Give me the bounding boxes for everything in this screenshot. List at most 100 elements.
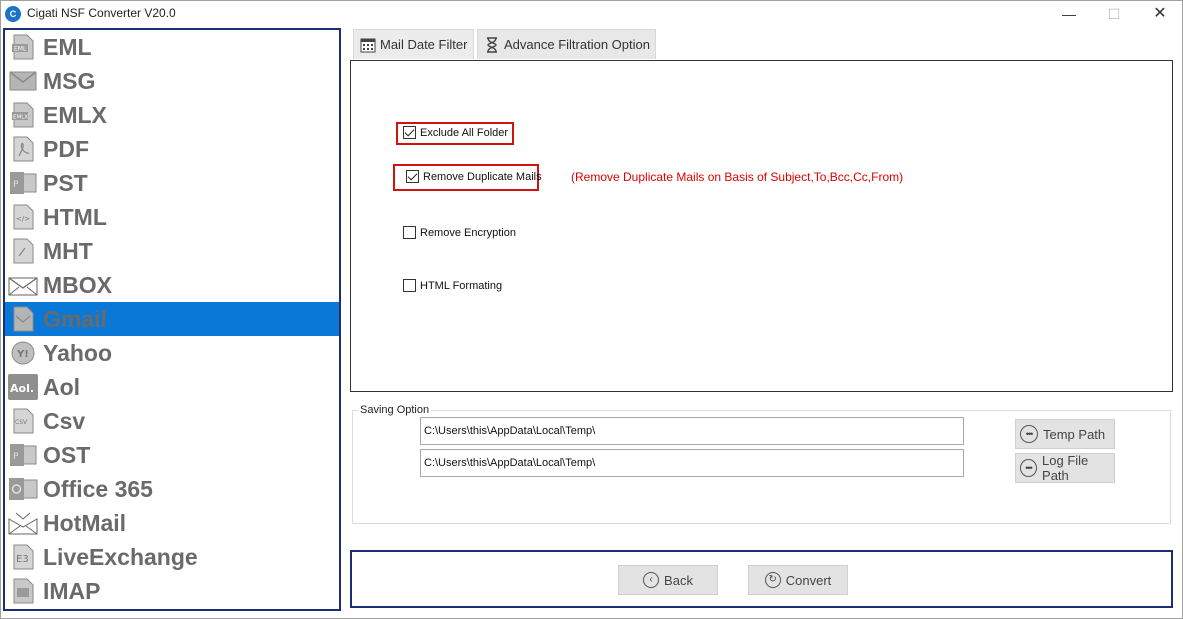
emlx-file-icon: EMLX <box>8 101 38 129</box>
sidebar-item-msg[interactable]: MSG <box>5 64 339 98</box>
yahoo-icon: Y! <box>8 339 38 367</box>
sidebar-item-html[interactable]: </> HTML <box>5 200 339 234</box>
sidebar-item-label: OST <box>43 441 91 468</box>
remove-encryption-option[interactable]: Remove Encryption <box>403 226 516 239</box>
ost-file-icon: P <box>8 441 38 469</box>
advance-filter-panel: Exclude All Folder Remove Duplicate Mail… <box>350 60 1173 392</box>
sidebar-item-label: PST <box>43 169 88 196</box>
log-file-path-label: Log File Path <box>1042 453 1089 483</box>
svg-text:EMLX: EMLX <box>13 115 28 121</box>
sidebar-item-imap[interactable]: IMAP <box>5 574 339 608</box>
remove-duplicate-label: Remove Duplicate Mails <box>423 170 542 183</box>
sidebar-item-csv[interactable]: CSV Csv <box>5 404 339 438</box>
mbox-envelope-icon <box>8 271 38 299</box>
sidebar-item-label: MSG <box>43 67 96 94</box>
convert-button[interactable]: ↻ Convert <box>748 565 848 595</box>
sidebar-item-label: HTML <box>43 203 107 230</box>
envelope-icon <box>8 67 38 95</box>
exchange-icon: E3 <box>8 543 38 571</box>
back-arrow-icon: ‹ <box>643 572 660 588</box>
remove-encryption-checkbox[interactable] <box>403 226 416 239</box>
tab-advance-filtration[interactable]: Advance Filtration Option <box>477 29 656 59</box>
sidebar-item-gmail[interactable]: Gmail <box>5 302 339 336</box>
aol-icon: Aol. <box>8 373 38 401</box>
saving-option-legend: Saving Option <box>358 404 432 416</box>
sidebar-item-label: IMAP <box>43 577 101 604</box>
remove-duplicate-option[interactable]: Remove Duplicate Mails <box>406 170 542 183</box>
exclude-all-folder-option[interactable]: Exclude All Folder <box>403 126 508 139</box>
svg-text:EML: EML <box>14 46 27 53</box>
sidebar-item-mht[interactable]: MHT <box>5 234 339 268</box>
sidebar-item-label: LiveExchange <box>43 543 198 570</box>
sidebar-item-label: EMLX <box>43 101 107 128</box>
imap-file-icon <box>8 577 38 605</box>
sidebar-item-ost[interactable]: P OST <box>5 438 339 472</box>
temp-path-input[interactable] <box>420 417 964 445</box>
exclude-all-folder-label: Exclude All Folder <box>420 126 509 139</box>
format-sidebar: EML EML MSG EMLX EMLX PDF P PST </> HTML… <box>3 28 341 611</box>
sidebar-item-label: Aol <box>43 373 81 400</box>
title-bar: C Cigati NSF Converter V20.0 — ☐ ✕ <box>1 1 1182 27</box>
sidebar-item-emlx[interactable]: EMLX EMLX <box>5 98 339 132</box>
html-formatting-option[interactable]: HTML Formating <box>403 279 502 292</box>
maximize-button[interactable]: ☐ <box>1091 4 1137 24</box>
gmail-icon <box>8 305 38 333</box>
close-button[interactable]: ✕ <box>1137 4 1183 24</box>
sidebar-item-label: MBOX <box>43 271 112 298</box>
office365-icon <box>8 475 38 503</box>
remove-duplicate-checkbox[interactable] <box>406 170 419 183</box>
sidebar-item-aol[interactable]: Aol. Aol <box>5 370 339 404</box>
sidebar-item-pst[interactable]: P PST <box>5 166 339 200</box>
svg-text:P: P <box>13 180 19 190</box>
window-title: Cigati NSF Converter V20.0 <box>27 6 176 20</box>
sidebar-item-eml[interactable]: EML EML <box>5 30 339 64</box>
csv-file-icon: CSV <box>8 407 38 435</box>
hotmail-icon <box>8 509 38 537</box>
svg-text:CSV: CSV <box>15 419 28 426</box>
pst-file-icon: P <box>8 169 38 197</box>
temp-path-label: Temp Path <box>1043 426 1106 442</box>
html-formatting-checkbox[interactable] <box>403 279 416 292</box>
exclude-all-folder-checkbox[interactable] <box>403 126 416 139</box>
html-formatting-label: HTML Formating <box>420 279 503 292</box>
convert-label: Convert <box>785 572 832 588</box>
more-dots-icon: ••• <box>1020 459 1038 477</box>
mht-file-icon <box>8 237 38 265</box>
html-file-icon: </> <box>8 203 38 231</box>
sidebar-item-label: MHT <box>43 237 93 264</box>
log-path-input[interactable] <box>420 449 964 477</box>
sidebar-item-hotmail[interactable]: HotMail <box>5 506 339 540</box>
back-label: Back <box>664 572 693 588</box>
sidebar-item-label: Office 365 <box>43 475 153 502</box>
sidebar-item-label: Gmail <box>43 305 107 332</box>
svg-text:</>: </> <box>16 215 30 223</box>
hourglass-icon <box>484 36 500 53</box>
svg-text:Y!: Y! <box>16 349 29 360</box>
svg-text:Aol.: Aol. <box>10 382 34 395</box>
svg-text:P: P <box>13 452 19 462</box>
app-logo-icon: C <box>5 6 21 22</box>
sidebar-item-label: PDF <box>43 135 89 162</box>
back-button[interactable]: ‹ Back <box>618 565 718 595</box>
remove-encryption-label: Remove Encryption <box>420 226 516 239</box>
sidebar-item-office365[interactable]: Office 365 <box>5 472 339 506</box>
svg-text:E3: E3 <box>16 554 29 565</box>
convert-refresh-icon: ↻ <box>764 572 781 588</box>
tab-label: Advance Filtration Option <box>504 37 650 52</box>
sidebar-item-label: EML <box>43 33 92 60</box>
sidebar-item-pdf[interactable]: PDF <box>5 132 339 166</box>
sidebar-item-yahoo[interactable]: Y! Yahoo <box>5 336 339 370</box>
minimize-button[interactable]: — <box>1046 4 1092 24</box>
duplicate-criteria-note: (Remove Duplicate Mails on Basis of Subj… <box>571 170 904 184</box>
calendar-icon <box>360 37 376 53</box>
temp-path-button[interactable]: ••• Temp Path <box>1015 419 1115 449</box>
eml-file-icon: EML <box>8 33 38 61</box>
sidebar-item-mbox[interactable]: MBOX <box>5 268 339 302</box>
log-file-path-button[interactable]: ••• Log File Path <box>1015 453 1115 483</box>
sidebar-item-label: HotMail <box>43 509 127 536</box>
sidebar-item-label: Csv <box>43 407 86 434</box>
app-window: C Cigati NSF Converter V20.0 — ☐ ✕ EML E… <box>0 0 1183 619</box>
tab-mail-date-filter[interactable]: Mail Date Filter <box>353 29 474 59</box>
sidebar-item-liveexchange[interactable]: E3 LiveExchange <box>5 540 339 574</box>
pdf-file-icon <box>8 135 38 163</box>
